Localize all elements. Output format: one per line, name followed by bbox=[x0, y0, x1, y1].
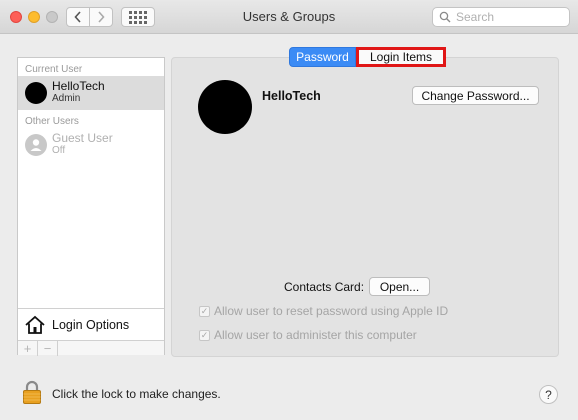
house-icon bbox=[25, 315, 45, 334]
search-input[interactable] bbox=[456, 10, 566, 24]
account-avatar[interactable] bbox=[198, 80, 252, 134]
login-options-label: Login Options bbox=[52, 317, 130, 332]
search-field[interactable] bbox=[432, 7, 570, 27]
search-icon bbox=[439, 11, 451, 23]
user-list: Current User HelloTech Admin Other Users… bbox=[17, 57, 165, 356]
allow-admin-label: Allow user to administer this computer bbox=[214, 328, 417, 342]
login-options-item[interactable]: Login Options bbox=[18, 308, 164, 340]
help-button[interactable]: ? bbox=[539, 385, 558, 404]
title-bar: Users & Groups bbox=[0, 0, 578, 34]
account-name: HelloTech bbox=[262, 89, 321, 103]
user-role: Admin bbox=[52, 93, 81, 104]
guest-avatar-icon bbox=[25, 134, 47, 156]
open-contacts-button[interactable]: Open... bbox=[369, 277, 430, 296]
allow-reset-option[interactable]: ✓ Allow user to reset password using App… bbox=[199, 304, 448, 318]
tab-login-items[interactable]: Login Items bbox=[356, 47, 446, 67]
user-name: HelloTech bbox=[52, 79, 105, 93]
tab-password[interactable]: Password bbox=[289, 47, 356, 67]
lock-icon[interactable] bbox=[22, 380, 42, 404]
user-row-hellotech[interactable]: HelloTech Admin bbox=[18, 76, 164, 110]
other-users-header: Other Users bbox=[25, 116, 79, 127]
current-user-header: Current User bbox=[25, 64, 83, 75]
allow-reset-checkbox[interactable]: ✓ bbox=[199, 305, 210, 317]
allow-reset-label: Allow user to reset password using Apple… bbox=[214, 304, 449, 318]
change-password-button[interactable]: Change Password... bbox=[412, 86, 539, 105]
contacts-card-label: Contacts Card: bbox=[284, 280, 365, 294]
add-remove-bar: + − bbox=[18, 340, 164, 356]
allow-admin-option[interactable]: ✓ Allow user to administer this computer bbox=[199, 328, 417, 342]
user-row-guest[interactable]: Guest User Off bbox=[18, 128, 164, 162]
allow-admin-checkbox[interactable]: ✓ bbox=[199, 329, 210, 341]
avatar bbox=[25, 82, 47, 104]
add-user-button[interactable]: + bbox=[18, 341, 38, 356]
lock-message: Click the lock to make changes. bbox=[52, 387, 221, 401]
user-name: Guest User bbox=[52, 131, 113, 145]
user-status: Off bbox=[52, 145, 66, 156]
remove-user-button[interactable]: − bbox=[38, 341, 58, 356]
